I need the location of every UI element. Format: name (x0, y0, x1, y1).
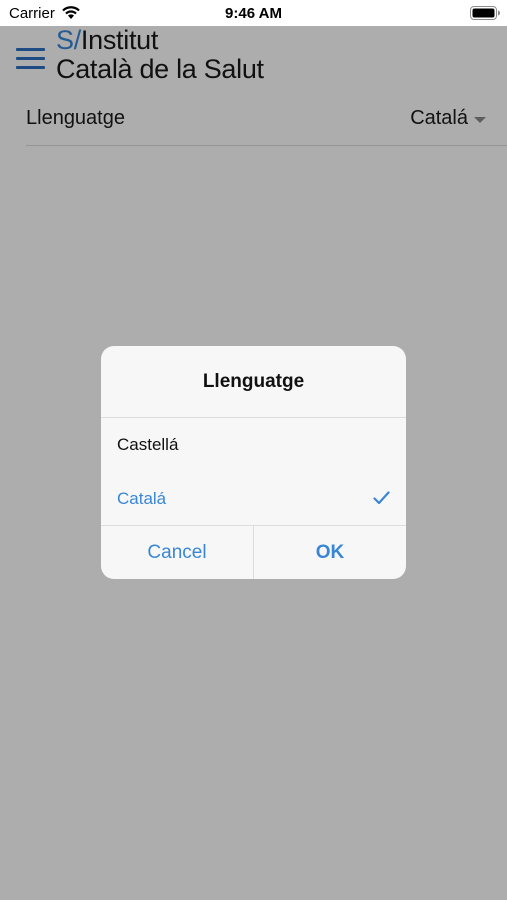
dialog-button-row: Cancel OK (101, 525, 406, 579)
dialog-title: Llenguatge (101, 346, 406, 418)
checkmark-icon (373, 491, 390, 505)
ok-button[interactable]: OK (254, 526, 406, 579)
option-castella[interactable]: Castellá (101, 418, 406, 472)
status-bar: Carrier 9:46 AM (0, 0, 507, 26)
cancel-button[interactable]: Cancel (101, 526, 254, 579)
clock: 9:46 AM (225, 5, 282, 22)
option-catala[interactable]: Catalá (101, 472, 406, 526)
language-dialog: Llenguatge Castellá Catalá Cancel OK (101, 346, 406, 579)
option-label: Catalá (117, 489, 167, 508)
option-label: Castellá (117, 435, 179, 454)
battery-icon (470, 6, 500, 20)
